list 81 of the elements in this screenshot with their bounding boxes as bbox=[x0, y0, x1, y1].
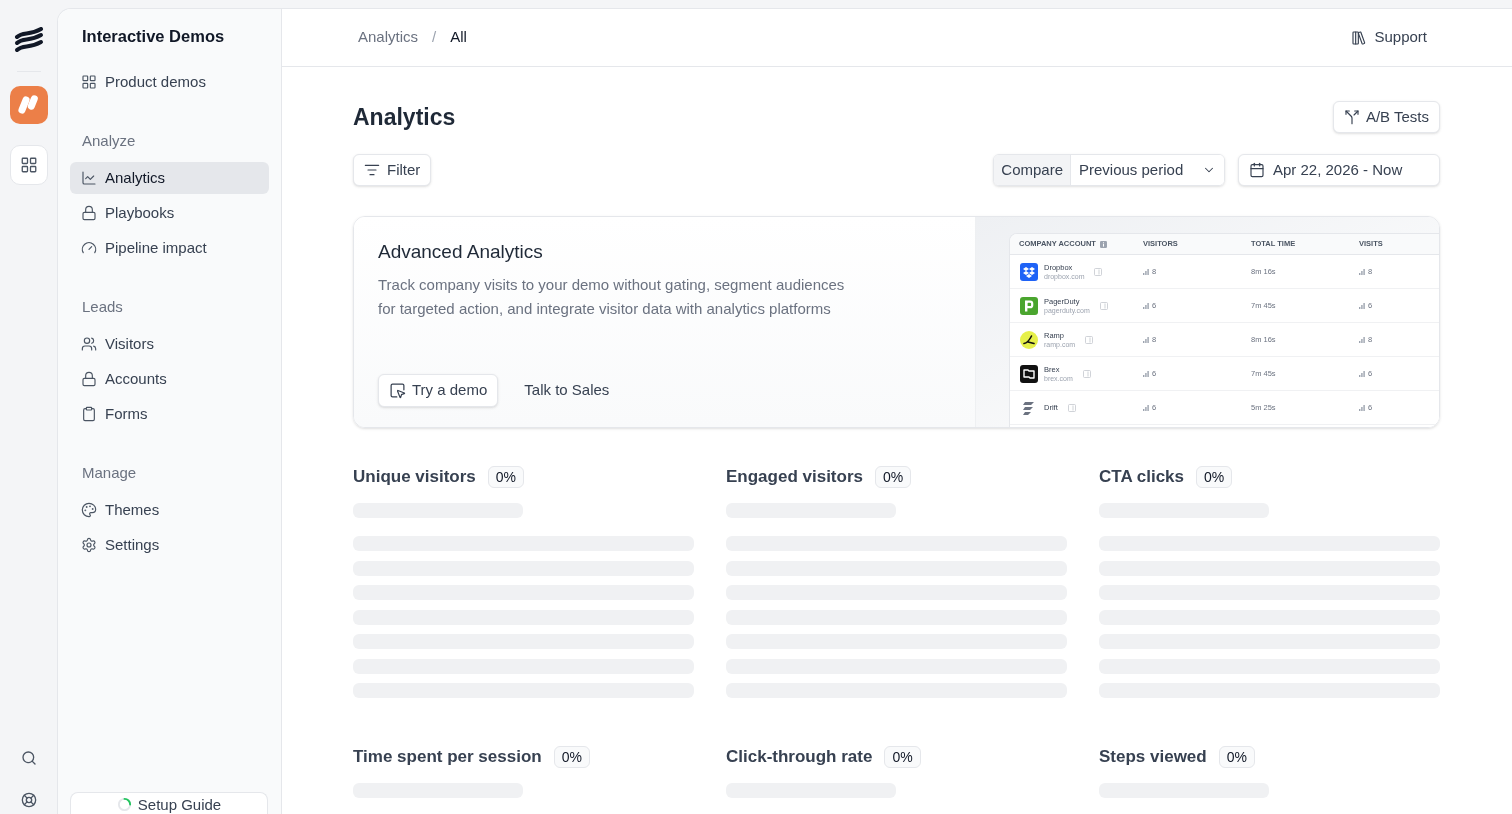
grid-view-button[interactable] bbox=[9, 145, 48, 185]
gauge-icon bbox=[81, 240, 97, 256]
panel-icon bbox=[1067, 403, 1076, 412]
bar-chart-icon bbox=[1359, 370, 1365, 377]
try-demo-button[interactable]: Try a demo bbox=[378, 374, 499, 407]
change-badge: 0% bbox=[487, 466, 525, 488]
nav-item[interactable]: Pipeline impact bbox=[70, 232, 269, 264]
promo-description: Track company visits to your demo without gating, segment audiences for targeted action, and integrate visitor data with analytics platforms bbox=[378, 275, 846, 319]
change-badge: 0% bbox=[1196, 466, 1233, 488]
logo-icon[interactable] bbox=[13, 27, 44, 53]
lock-icon bbox=[81, 371, 97, 387]
change-badge: 0% bbox=[884, 746, 921, 768]
page-title: Analytics bbox=[353, 103, 456, 132]
cursor-square-icon bbox=[389, 382, 406, 399]
bar-chart-icon bbox=[1143, 336, 1149, 343]
panel-icon bbox=[1099, 301, 1108, 310]
breadcrumb-link[interactable]: Analytics bbox=[358, 26, 419, 49]
clipboard-icon bbox=[81, 406, 97, 422]
metric-title: Steps viewed bbox=[1099, 746, 1207, 768]
metric-title: CTA clicks bbox=[1099, 466, 1185, 488]
change-badge: 0% bbox=[553, 746, 590, 768]
line-chart-icon bbox=[81, 170, 97, 186]
talk-to-sales-button[interactable]: Talk to Sales bbox=[524, 379, 610, 402]
panel-icon bbox=[1094, 267, 1103, 276]
metric-title: Unique visitors bbox=[353, 466, 476, 488]
split-arrows-icon bbox=[1343, 109, 1360, 125]
nav-item[interactable]: Settings bbox=[70, 529, 269, 561]
grid-icon bbox=[81, 74, 97, 90]
section-heading: Leads bbox=[81, 297, 124, 317]
change-badge: 0% bbox=[1218, 746, 1255, 768]
bar-chart-icon bbox=[1143, 268, 1149, 275]
nav-item[interactable]: Analytics bbox=[70, 162, 269, 194]
lock-icon bbox=[81, 205, 97, 221]
progress-ring-icon bbox=[116, 797, 132, 812]
bar-chart-icon bbox=[1143, 302, 1149, 309]
sidebar-title: Interactive Demos bbox=[81, 26, 226, 47]
period-select[interactable]: Previous period bbox=[1071, 155, 1224, 185]
bar-chart-icon bbox=[1359, 336, 1365, 343]
bar-chart-icon bbox=[1143, 370, 1149, 377]
breadcrumb-link[interactable]: All bbox=[450, 26, 467, 49]
info-icon bbox=[1099, 240, 1107, 248]
compare-label: Compare bbox=[994, 155, 1071, 185]
bar-chart-icon bbox=[1359, 302, 1365, 309]
change-badge: 0% bbox=[875, 466, 912, 488]
company-logo-icon bbox=[1020, 262, 1038, 281]
calendar-icon bbox=[1249, 162, 1265, 178]
nav-item[interactable]: Visitors bbox=[70, 328, 269, 360]
metric-title: Time spent per session bbox=[353, 746, 542, 768]
grid-icon bbox=[19, 156, 38, 174]
promo-title: Advanced Analytics bbox=[378, 240, 544, 264]
nav-item[interactable]: Product demos bbox=[70, 66, 269, 98]
panel-icon bbox=[1082, 369, 1091, 378]
nav-item[interactable]: Playbooks bbox=[70, 197, 269, 229]
books-icon bbox=[1351, 29, 1368, 46]
breadcrumb-separator: / bbox=[432, 27, 437, 48]
search-icon[interactable] bbox=[20, 750, 37, 766]
bar-chart-icon bbox=[1143, 404, 1149, 411]
metric-title: Click-through rate bbox=[726, 746, 873, 768]
help-icon[interactable] bbox=[20, 792, 37, 808]
bar-chart-icon bbox=[1359, 404, 1365, 411]
company-logo-icon bbox=[1020, 296, 1038, 315]
workspace-logo-icon[interactable] bbox=[9, 86, 48, 124]
ab-tests-button[interactable]: A/B Tests bbox=[1332, 101, 1440, 133]
users-icon bbox=[81, 336, 97, 352]
panel-icon bbox=[1085, 335, 1094, 344]
settings-icon bbox=[81, 537, 97, 553]
metric-title: Engaged visitors bbox=[726, 466, 863, 488]
nav-item[interactable]: Forms bbox=[70, 398, 269, 430]
filter-button[interactable]: Filter bbox=[353, 154, 432, 186]
company-logo-icon bbox=[1020, 330, 1038, 349]
filter-icon bbox=[364, 162, 380, 178]
date-range-button[interactable]: Apr 22, 2026 - Now bbox=[1238, 154, 1440, 186]
company-logo-icon bbox=[1020, 364, 1038, 383]
nav-item[interactable]: Accounts bbox=[70, 363, 269, 395]
palette-icon bbox=[81, 502, 97, 518]
support-link[interactable]: Support bbox=[1351, 26, 1427, 49]
section-heading: Analyze bbox=[81, 131, 137, 151]
setup-guide-button[interactable]: Setup Guide bbox=[70, 792, 268, 814]
bar-chart-icon bbox=[1359, 268, 1365, 275]
nav-item[interactable]: Themes bbox=[70, 494, 269, 526]
section-heading: Manage bbox=[81, 463, 138, 483]
